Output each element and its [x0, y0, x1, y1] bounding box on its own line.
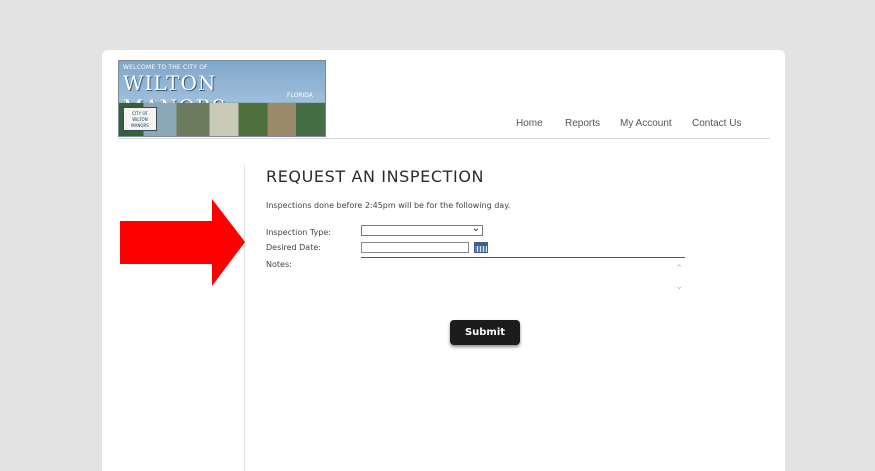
logo-welcome-text: WELCOME TO THE CITY OF [123, 64, 208, 71]
desired-date-label: Desired Date: [266, 243, 321, 252]
nav-divider [118, 138, 770, 139]
nav-home-link[interactable]: Home [516, 118, 543, 132]
notes-textarea[interactable]: ⌃ ⌄ [361, 257, 685, 297]
nav-my-account-link[interactable]: My Account [620, 118, 672, 132]
scroll-up-icon[interactable]: ⌃ [675, 264, 683, 274]
red-arrow-shape [120, 199, 245, 286]
logo-state-text: FLORIDA [287, 92, 313, 99]
desired-date-input[interactable] [361, 242, 469, 253]
calendar-icon[interactable] [474, 242, 488, 253]
chevron-down-icon: ⌄ [471, 223, 480, 234]
inspection-cutoff-notice: Inspections done before 2:45pm will be f… [266, 201, 511, 210]
nav-reports-link[interactable]: Reports [565, 118, 600, 132]
scroll-down-icon[interactable]: ⌄ [675, 282, 683, 292]
inspection-type-select[interactable]: ⌄ [361, 223, 483, 236]
page-title: REQUEST AN INSPECTION [266, 167, 485, 186]
city-seal-icon: CITY OF WILTON MANORS [123, 107, 157, 131]
notes-label: Notes: [266, 260, 292, 269]
submit-button[interactable]: Submit [450, 320, 520, 345]
inspection-type-label: Inspection Type: [266, 228, 331, 237]
city-logo-banner[interactable]: WELCOME TO THE CITY OF WILTON MANORS FLO… [118, 60, 326, 137]
red-arrow-icon [120, 199, 245, 286]
nav-contact-us-link[interactable]: Contact Us [692, 118, 741, 132]
